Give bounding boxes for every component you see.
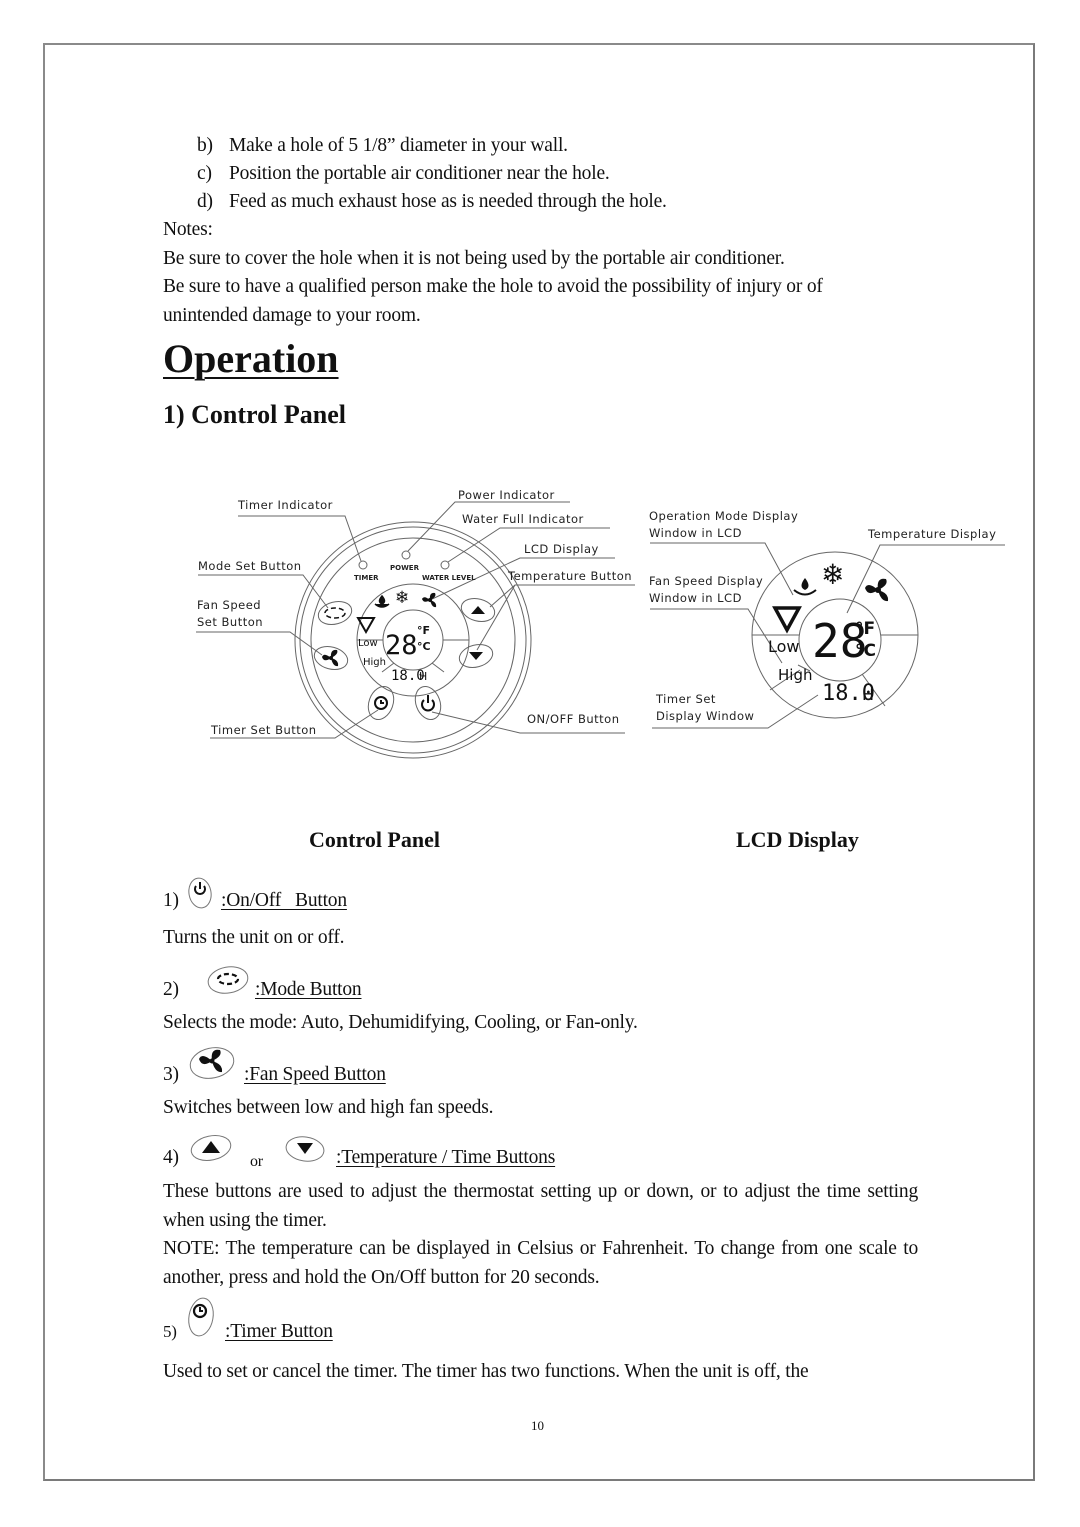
power-icon <box>421 695 435 712</box>
lcd-display-unit-c: °C <box>855 641 876 661</box>
temperature-buttons-desc: These buttons are used to adjust the the… <box>163 1181 918 1231</box>
callout-fan-speed-display-line2: Window in LCD <box>649 591 742 605</box>
caption-lcd-display: LCD Display <box>736 827 859 852</box>
temperature-buttons-heading: :Temperature / Time Buttons <box>336 1147 556 1168</box>
button-item-number: 2) <box>163 979 179 1000</box>
down-arrow-icon <box>285 1136 325 1162</box>
panel-lcd-temperature: 28 <box>385 630 418 661</box>
auto-mode-icon <box>772 606 802 634</box>
fan-speed-button-desc: Switches between low and high fan speeds… <box>163 1097 494 1118</box>
callout-on-off-button: ON/OFF Button <box>527 712 620 726</box>
callout-line <box>650 608 783 664</box>
fan-mode-icon <box>422 592 437 608</box>
lcd-display-high: High <box>778 666 812 684</box>
control-panel-diagrams: Timer Indicator Power Indicator Water Fu… <box>196 488 1005 759</box>
button-item-number: 5) <box>163 1322 177 1341</box>
temperature-note: NOTE: The temperature can be displayed i… <box>163 1238 918 1288</box>
mode-icon <box>207 966 249 994</box>
up-arrow-icon <box>471 606 485 614</box>
callout-power-indicator: Power Indicator <box>458 488 555 502</box>
fan-button-icon <box>322 649 339 667</box>
lcd-display-low: Low <box>768 637 800 656</box>
panel-label-power: POWER <box>390 564 420 572</box>
callout-line <box>846 544 1005 614</box>
panel-label-water-level: WATER LEVEL <box>422 574 476 582</box>
snowflake-icon: ❄ <box>821 558 844 591</box>
on-off-button-heading: :On/Off Button <box>221 890 347 911</box>
mode-set-button-shape <box>317 600 353 626</box>
callout-water-full-indicator: Water Full Indicator <box>462 512 584 526</box>
power-indicator-led <box>401 550 411 560</box>
callout-timer-set-button: Timer Set Button <box>210 723 317 737</box>
down-arrow-icon <box>469 652 483 660</box>
lcd-display-unit-f: °F <box>855 619 875 639</box>
timer-button-heading: :Timer Button <box>225 1321 333 1342</box>
page-number: 10 <box>531 1418 544 1433</box>
callout-timer-set-line2: Display Window <box>656 709 754 723</box>
water-indicator-led <box>440 560 450 570</box>
callout-fan-speed-display-line1: Fan Speed Display <box>649 574 763 588</box>
caption-control-panel: Control Panel <box>309 827 440 852</box>
fan-mode-icon <box>865 578 889 602</box>
up-arrow-icon <box>190 1135 232 1161</box>
snowflake-icon: ❄ <box>395 588 409 608</box>
timer-indicator-led <box>358 560 368 570</box>
callout-temperature-display: Temperature Display <box>867 527 996 541</box>
callout-line <box>196 631 323 656</box>
mode-button-heading: :Mode Button <box>255 979 362 1000</box>
clock-icon <box>374 696 388 710</box>
dehumidify-icon <box>801 578 809 590</box>
mode-button-desc: Selects the mode: Auto, Dehumidifying, C… <box>163 1012 638 1033</box>
callout-operation-mode-line1: Operation Mode Display <box>649 509 798 523</box>
callout-lcd-display: LCD Display <box>524 542 599 556</box>
callout-line <box>489 584 635 608</box>
callout-fan-speed-line1: Fan Speed <box>197 598 261 612</box>
panel-lcd-low: Low <box>358 638 378 649</box>
callout-operation-mode-line2: Window in LCD <box>649 526 742 540</box>
power-icon <box>188 877 212 909</box>
fan-icon <box>189 1047 235 1079</box>
callout-fan-speed-line2: Set Button <box>197 615 263 629</box>
panel-label-timer: TIMER <box>354 574 379 582</box>
callout-temperature-button: Temperature Button <box>507 569 632 583</box>
callout-mode-set-button: Mode Set Button <box>198 559 302 573</box>
button-item-number: 3) <box>163 1064 179 1085</box>
panel-lcd-timer-unit: H <box>419 670 427 683</box>
on-off-button-desc: Turns the unit on or off. <box>163 927 345 948</box>
callout-timer-set-line1: Timer Set <box>655 692 716 706</box>
button-item-number: 1) <box>163 890 179 911</box>
panel-lcd-high: High <box>363 657 386 668</box>
clock-icon <box>188 1297 214 1337</box>
callout-timer-indicator: Timer Indicator <box>237 498 333 512</box>
button-item-number: 4) <box>163 1147 179 1168</box>
lcd-display-timer-unit: H <box>862 685 874 704</box>
panel-lcd-unit-c: °C <box>417 640 431 653</box>
fan-speed-button-heading: :Fan Speed Button <box>244 1064 386 1085</box>
panel-lcd-unit-f: °F <box>417 624 430 637</box>
callout-line <box>238 515 362 562</box>
or-text: or <box>250 1153 263 1170</box>
timer-button-desc: Used to set or cancel the timer. The tim… <box>163 1361 809 1382</box>
